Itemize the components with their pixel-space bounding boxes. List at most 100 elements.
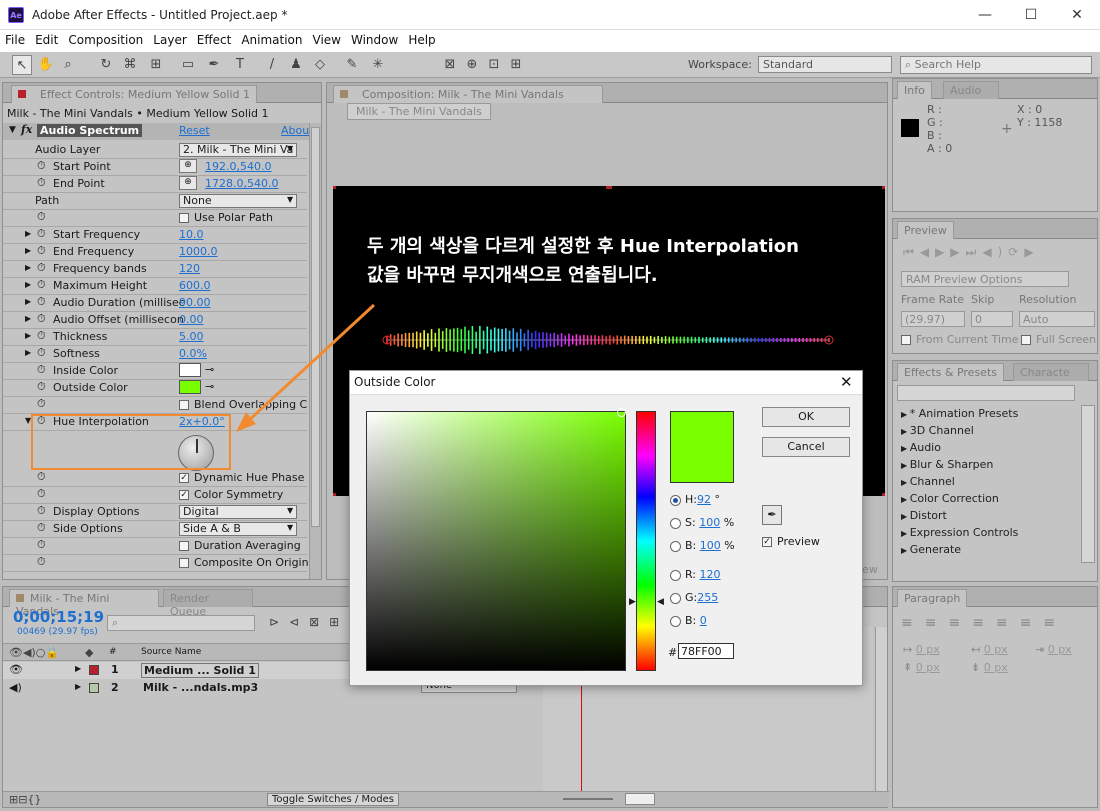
expand-arrow-icon[interactable]: ▶ <box>901 478 910 487</box>
expand-arrow-icon[interactable]: ▶ <box>901 444 910 453</box>
twirl-triangle-icon[interactable]: ▶ <box>25 314 31 323</box>
effects-category-item[interactable]: ▶ Audio <box>901 441 941 454</box>
fx-icon[interactable]: fx <box>21 123 32 136</box>
text-tool-icon[interactable]: T <box>230 55 250 75</box>
effects-category-item[interactable]: ▶ Expression Controls <box>901 526 1018 539</box>
roto-brush-tool-icon[interactable]: ✎ <box>342 55 362 75</box>
hex-input[interactable]: 78FF00 <box>678 643 734 659</box>
chevron-down-icon[interactable]: ▼ <box>287 506 293 515</box>
chevron-down-icon[interactable]: ▼ <box>287 195 293 204</box>
audio-icon[interactable]: ◀) <box>982 245 1008 259</box>
color-swatch[interactable] <box>179 363 201 377</box>
tab-timeline[interactable]: Milk - The Mini Vandals <box>9 589 159 618</box>
expand-arrow-icon[interactable]: ▶ <box>901 461 910 470</box>
twirl-triangle-icon[interactable]: ▶ <box>25 263 31 272</box>
stopwatch-icon[interactable]: ⏱ <box>37 487 46 501</box>
search-help-input[interactable]: ⌕ Search Help <box>900 56 1092 74</box>
audio-icon[interactable]: ◀) <box>9 681 22 694</box>
property-value[interactable]: 0.00 <box>179 313 204 326</box>
expand-arrow-icon[interactable]: ▶ <box>901 512 910 521</box>
stopwatch-icon[interactable]: ⏱ <box>37 346 46 360</box>
puppet-tool-icon[interactable]: ✳ <box>368 55 388 75</box>
twirl-triangle-icon[interactable]: ▶ <box>25 229 31 238</box>
stopwatch-icon[interactable]: ⏱ <box>37 227 46 241</box>
alignment-buttons[interactable]: ≡≡≡≡≡≡≡ <box>901 615 1067 631</box>
effects-category-item[interactable]: ▶ * Animation Presets <box>901 407 1018 420</box>
menu-edit[interactable]: Edit <box>30 30 63 47</box>
tab-composition[interactable]: Composition: Milk - The Mini Vandals <box>333 85 603 103</box>
menu-composition[interactable]: Composition <box>63 30 148 47</box>
ram-preview-icon[interactable]: ▶ <box>1024 245 1039 259</box>
eyedropper-icon[interactable]: ⊸ <box>205 380 214 393</box>
property-value[interactable]: 120 <box>179 262 200 275</box>
composition-subtab[interactable]: Milk - The Mini Vandals <box>347 103 491 120</box>
indent-left[interactable]: 0 px <box>916 643 940 656</box>
camera-tool-icon[interactable]: ⌘ <box>120 55 140 75</box>
property-value[interactable]: 1728.0,540.0 <box>205 177 278 190</box>
selection-tool-icon[interactable]: ↖ <box>12 55 32 75</box>
brush-tool-icon[interactable]: / <box>262 55 282 75</box>
property-value[interactable]: 1000.0 <box>179 245 218 258</box>
tab-paragraph[interactable]: Paragraph <box>897 589 968 607</box>
align-icon[interactable]: ⊕ <box>462 55 482 75</box>
stopwatch-icon[interactable]: ⏱ <box>37 521 46 535</box>
stopwatch-icon[interactable]: ⏱ <box>37 159 46 173</box>
stopwatch-icon[interactable]: ⏱ <box>37 538 46 552</box>
stopwatch-icon[interactable]: ⏱ <box>37 176 46 190</box>
maximize-button[interactable]: ☐ <box>1008 0 1054 30</box>
property-checkbox[interactable]: ✓ Color Symmetry <box>179 488 283 501</box>
resolution-select[interactable]: Auto <box>1019 311 1095 327</box>
next-frame-icon[interactable]: ▶ <box>950 245 965 259</box>
zoom-slider[interactable] <box>563 798 613 800</box>
reset-link[interactable]: Reset <box>179 124 210 137</box>
twirl-triangle-icon[interactable]: ▶ <box>25 297 31 306</box>
property-dropdown[interactable]: None <box>179 194 297 208</box>
expand-arrow-icon[interactable]: ▶ <box>901 495 910 504</box>
hand-tool-icon[interactable]: ✋ <box>36 55 56 75</box>
tab-effects-presets[interactable]: Effects & Presets <box>897 363 1004 381</box>
twirl-triangle-icon[interactable]: ▶ <box>75 682 81 691</box>
full-screen-checkbox[interactable]: Full Screen <box>1021 333 1096 346</box>
property-value[interactable]: 5.00 <box>179 330 204 343</box>
stopwatch-icon[interactable]: ⏱ <box>37 278 46 292</box>
clone-stamp-tool-icon[interactable]: ♟ <box>286 55 306 75</box>
property-dropdown[interactable]: 2. Milk - The Mini Va <box>179 143 297 157</box>
stopwatch-icon[interactable]: ⏱ <box>37 470 46 484</box>
property-dropdown[interactable]: Side A & B <box>179 522 297 536</box>
indent-first[interactable]: 0 px <box>1048 643 1072 656</box>
twirl-triangle-icon[interactable]: ▶ <box>75 664 81 673</box>
stopwatch-icon[interactable]: ⏱ <box>37 295 46 309</box>
stopwatch-icon[interactable]: ⏱ <box>37 380 46 394</box>
expand-arrow-icon[interactable]: ▶ <box>901 529 910 538</box>
effects-category-item[interactable]: ▶ Color Correction <box>901 492 999 505</box>
chevron-down-icon[interactable]: ▼ <box>287 523 293 532</box>
g-field[interactable]: G:255 <box>670 591 718 604</box>
space-after[interactable]: 0 px <box>984 661 1008 674</box>
eyedropper-icon[interactable]: ⊸ <box>205 363 214 376</box>
indent-right[interactable]: 0 px <box>984 643 1008 656</box>
tab-character[interactable]: Characte <box>1013 363 1089 381</box>
property-checkbox[interactable]: Duration Averaging <box>179 539 301 552</box>
prev-frame-icon[interactable]: ◀ <box>920 245 935 259</box>
from-current-time-checkbox[interactable]: From Current Time <box>901 333 1018 346</box>
menu-file[interactable]: File <box>0 30 30 47</box>
layer-name[interactable]: Milk - ...ndals.mp3 <box>141 681 260 694</box>
about-link[interactable]: Abou <box>281 124 309 137</box>
twirl-triangle-icon[interactable]: ▶ <box>25 246 31 255</box>
snapping-icon[interactable]: ⊠ <box>440 55 460 75</box>
stopwatch-icon[interactable]: ⏱ <box>37 397 46 411</box>
effects-category-item[interactable]: ▶ Distort <box>901 509 947 522</box>
stopwatch-icon[interactable]: ⏱ <box>37 555 46 569</box>
blue-field[interactable]: B: 0 <box>670 614 707 627</box>
property-checkbox[interactable]: Use Polar Path <box>179 211 273 224</box>
point-target-icon[interactable]: ⊕ <box>179 176 197 190</box>
dialog-close-icon[interactable]: ✕ <box>840 373 853 391</box>
property-checkbox[interactable]: Blend Overlapping C <box>179 398 307 411</box>
expand-arrow-icon[interactable]: ▶ <box>901 427 910 436</box>
r-field[interactable]: R: 120 <box>670 568 721 581</box>
pan-behind-tool-icon[interactable]: ⊞ <box>146 55 166 75</box>
expand-arrow-icon[interactable]: ▶ <box>901 410 910 419</box>
property-value[interactable]: 0.0% <box>179 347 207 360</box>
property-value[interactable]: 90.00 <box>179 296 211 309</box>
stopwatch-icon[interactable]: ⏱ <box>37 210 46 224</box>
